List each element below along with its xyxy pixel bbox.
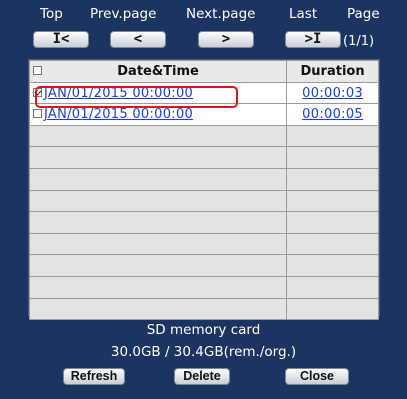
empty-cell	[286, 167, 379, 191]
recording-list-panel: Top Prev.page Next.page Last Page I< < >…	[0, 0, 407, 399]
select-all-checkbox[interactable]	[33, 65, 42, 75]
empty-row	[28, 232, 379, 256]
top-label: Top	[40, 6, 63, 22]
top-page-button[interactable]: I<	[33, 31, 89, 48]
empty-cell	[286, 297, 379, 321]
datetime-header-label: Date&Time	[117, 63, 199, 79]
last-page-button[interactable]: >I	[285, 31, 341, 48]
datetime-link[interactable]: JAN/01/2015 00:00:00	[44, 107, 193, 122]
datetime-cell: JAN/01/2015 00:00:00	[28, 81, 288, 105]
empty-cell	[28, 167, 288, 191]
duration-cell: 00:00:05	[286, 103, 379, 126]
datetime-link[interactable]: JAN/01/2015 00:00:00	[44, 86, 193, 101]
empty-row	[28, 275, 379, 299]
empty-row	[28, 254, 379, 277]
empty-cell	[28, 297, 288, 321]
table-row: JAN/01/2015 00:00:00 00:00:05	[28, 103, 379, 126]
table-header-row: Date&Time Duration	[28, 60, 379, 83]
empty-cell	[286, 124, 379, 148]
refresh-button[interactable]: Refresh	[63, 368, 125, 385]
page-count: (1/1)	[343, 34, 375, 49]
empty-row	[28, 124, 379, 148]
empty-cell	[286, 146, 379, 169]
next-page-button[interactable]: >	[198, 31, 254, 48]
duration-link[interactable]: 00:00:05	[302, 107, 363, 122]
empty-cell	[286, 211, 379, 234]
empty-cell	[28, 124, 288, 148]
duration-link[interactable]: 00:00:03	[302, 86, 363, 101]
empty-cell	[28, 275, 288, 299]
empty-cell	[286, 189, 379, 213]
empty-row	[28, 146, 379, 169]
empty-row	[28, 297, 379, 321]
empty-row	[28, 167, 379, 191]
empty-cell	[28, 146, 288, 169]
next-page-label: Next.page	[186, 6, 256, 22]
empty-cell	[28, 211, 288, 234]
empty-cell	[286, 275, 379, 299]
page-navigation: Top Prev.page Next.page Last Page I< < >…	[0, 0, 407, 58]
recordings-table-frame: Date&Time Duration JAN/01/2015 00:00:00 …	[28, 59, 380, 321]
empty-cell	[28, 232, 288, 256]
last-label: Last	[289, 6, 318, 22]
datetime-cell: JAN/01/2015 00:00:00	[28, 103, 288, 126]
prev-page-label: Prev.page	[90, 6, 157, 22]
empty-row	[28, 211, 379, 234]
page-label: Page	[347, 6, 380, 22]
datetime-header: Date&Time	[28, 60, 288, 83]
duration-cell: 00:00:03	[286, 81, 379, 105]
row-checkbox[interactable]	[33, 109, 42, 119]
recordings-table: Date&Time Duration JAN/01/2015 00:00:00 …	[28, 60, 379, 321]
empty-cell	[28, 189, 288, 213]
empty-cell	[28, 254, 288, 277]
empty-row	[28, 189, 379, 213]
sd-card-title: SD memory card	[146, 322, 261, 338]
table-row: JAN/01/2015 00:00:00 00:00:03	[28, 81, 379, 105]
duration-header: Duration	[286, 60, 379, 83]
empty-cell	[286, 254, 379, 277]
prev-page-button[interactable]: <	[110, 31, 166, 48]
row-checkbox[interactable]	[33, 87, 42, 97]
sd-card-capacity: 30.0GB / 30.4GB(rem./org.)	[110, 344, 297, 360]
close-button[interactable]: Close	[285, 368, 349, 385]
delete-button[interactable]: Delete	[174, 368, 230, 385]
empty-cell	[286, 232, 379, 256]
